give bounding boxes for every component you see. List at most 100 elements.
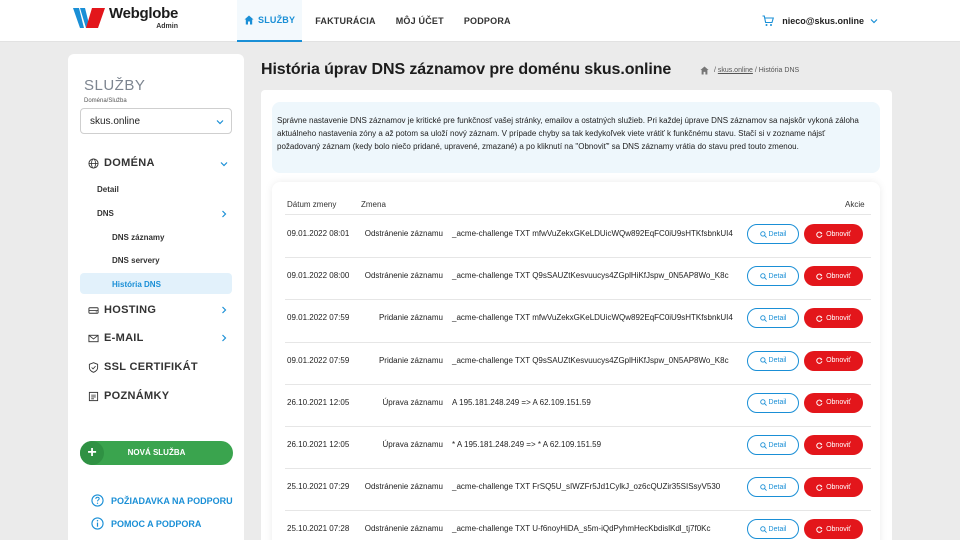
nav-podpora-label: PODPORA	[463, 16, 511, 26]
sidebar-item-email[interactable]: E-MAIL	[88, 332, 144, 344]
detail-button[interactable]: Detail	[747, 392, 799, 413]
breadcrumb-current: / História DNS	[754, 67, 800, 74]
row-record: A 195.181.248.249 => A 62.109.151.59	[452, 397, 591, 407]
new-service-button[interactable]: + NOVÁ SLUŽBA	[80, 441, 233, 465]
restore-label: Obnoviť	[826, 399, 851, 407]
table-row: 09.01.2022 07:59 Pridanie záznamu _acme-ch…	[272, 299, 880, 341]
sidebar-item-dns-servery[interactable]: DNS servery	[112, 256, 160, 265]
brand-sub: Admin	[156, 23, 178, 30]
row-change-type: Odstránenie záznamu	[364, 524, 443, 534]
detail-label: Detail	[768, 441, 787, 449]
sidebar-item-hosting[interactable]: HOSTING	[88, 304, 156, 316]
sidebar-item-poznamky[interactable]: POZNÁMKY	[88, 390, 169, 402]
detail-button[interactable]: Detail	[747, 435, 799, 455]
restore-button[interactable]: Obnoviť	[804, 350, 863, 371]
restore-button[interactable]: Obnoviť	[804, 224, 863, 244]
top-bar: Webglobe Admin SLUŽBY FAKTURÁCIA MÔJ ÚČE…	[0, 0, 960, 42]
row-record: _acme-challenge TXT mfwVuZekxGKeLDUicWQw…	[452, 313, 733, 323]
restore-label: Obnoviť	[826, 230, 851, 238]
restore-icon	[816, 442, 823, 449]
row-record: _acme-challenge TXT FrSQ5U_sIWZFr5Jd1Cyl…	[452, 482, 721, 492]
nav-moj-ucet[interactable]: MÔJ ÚČET	[389, 0, 451, 42]
table-row: 09.01.2022 07:59 Pridanie záznamu _acme-ch…	[272, 342, 880, 384]
mail-icon	[88, 334, 99, 342]
chevron-down-icon	[870, 19, 878, 24]
detail-label: Detail	[768, 230, 787, 238]
help-label: POMOC A PODPORA	[111, 518, 202, 529]
row-date: 09.01.2022 07:59	[287, 355, 350, 365]
restore-label: Obnoviť	[826, 314, 851, 322]
sidebar-title: SLUŽBY	[84, 77, 146, 94]
detail-button[interactable]: Detail	[747, 350, 799, 371]
restore-button[interactable]: Obnoviť	[804, 435, 863, 455]
restore-button[interactable]: Obnoviť	[804, 477, 863, 498]
sidebar-item-dns-zaznamy[interactable]: DNS záznamy	[112, 233, 164, 242]
restore-button[interactable]: Obnoviť	[804, 266, 863, 287]
nav-fakturacia[interactable]: FAKTURÁCIA	[308, 0, 383, 42]
row-record: _acme-challenge TXT U-f6noyHiDA_s5m-iQdP…	[452, 524, 711, 534]
sidebar-item-hosting-label: HOSTING	[104, 304, 157, 316]
sidebar-item-detail[interactable]: Detail	[97, 185, 119, 194]
detail-button[interactable]: Detail	[747, 308, 799, 329]
service-select-value: skus.online	[90, 116, 141, 127]
restore-icon	[816, 357, 823, 364]
chevron-right-icon[interactable]	[220, 306, 228, 314]
webglobe-logo-icon	[73, 8, 105, 28]
restore-button[interactable]: Obnoviť	[804, 519, 863, 540]
support-request-link[interactable]: POŽIADAVKA NA PODPORU	[91, 494, 233, 507]
row-change-type: Odstránenie záznamu	[364, 482, 443, 492]
chevron-right-icon[interactable]	[220, 334, 228, 342]
search-icon	[759, 272, 767, 280]
table-row: 26.10.2021 12:05 Úprava záznamu * A 195.18…	[272, 426, 880, 468]
question-icon	[91, 494, 104, 507]
detail-button[interactable]: Detail	[747, 266, 799, 287]
row-change-type: Úprava záznamu	[382, 397, 443, 407]
detail-button[interactable]: Detail	[747, 519, 799, 540]
breadcrumb-domain-link[interactable]: skus.online	[718, 67, 753, 74]
detail-label: Detail	[768, 357, 787, 365]
webglobe-logo[interactable]: Webglobe Admin	[72, 5, 178, 31]
chevron-right-icon[interactable]	[220, 210, 228, 218]
chevron-down-icon[interactable]	[220, 160, 228, 168]
table-row: 25.10.2021 07:28 Odstránenie záznamu _acme…	[272, 510, 880, 540]
content-card: Správne nastavenie DNS záznamov je kriti…	[261, 90, 892, 540]
user-menu[interactable]: nieco@skus.online	[762, 0, 878, 42]
service-select[interactable]: skus.online	[80, 108, 232, 134]
restore-label: Obnoviť	[826, 357, 851, 365]
search-icon	[759, 399, 767, 407]
row-date: 09.01.2022 08:00	[287, 271, 350, 281]
detail-button[interactable]: Detail	[747, 477, 799, 498]
row-change-type: Úprava záznamu	[382, 440, 443, 449]
row-date: 26.10.2021 12:05	[287, 440, 350, 449]
sidebar-item-dns[interactable]: DNS	[97, 209, 114, 218]
main-nav: SLUŽBY FAKTURÁCIA MÔJ ÚČET PODPORA	[237, 0, 524, 42]
nav-podpora[interactable]: PODPORA	[457, 0, 518, 42]
home-icon[interactable]	[700, 66, 709, 75]
row-date: 25.10.2021 07:29	[287, 482, 350, 492]
table-row: 25.10.2021 07:29 Odstránenie záznamu _acme…	[272, 468, 880, 510]
info-icon	[91, 517, 104, 530]
search-icon	[759, 230, 767, 238]
detail-label: Detail	[768, 399, 787, 407]
chevron-down-icon	[216, 120, 224, 125]
restore-button[interactable]: Obnoviť	[804, 392, 863, 413]
sidebar-item-ssl-label: SSL CERTIFIKÁT	[104, 361, 198, 373]
cart-icon[interactable]	[762, 15, 775, 27]
detail-button[interactable]: Detail	[747, 224, 799, 244]
restore-button[interactable]: Obnoviť	[804, 308, 863, 329]
nav-sluzby[interactable]: SLUŽBY	[237, 0, 303, 42]
row-date: 25.10.2021 07:28	[287, 524, 350, 534]
row-record: _acme-challenge TXT mfwVuZekxGKeLDUicWQw…	[452, 229, 733, 238]
sidebar-item-domena[interactable]: DOMÉNA	[88, 157, 155, 169]
row-change-type: Pridanie záznamu	[378, 355, 443, 365]
search-icon	[759, 483, 767, 491]
sidebar-item-ssl[interactable]: SSL CERTIFIKÁT	[88, 361, 198, 373]
header-actions: Akcie	[845, 200, 865, 209]
search-icon	[759, 441, 767, 449]
row-change-type: Odstránenie záznamu	[364, 229, 443, 238]
service-select-label: Doména/Služba	[84, 98, 127, 104]
restore-label: Obnoviť	[826, 272, 851, 280]
server-icon	[88, 306, 99, 314]
info-box: Správne nastavenie DNS záznamov je kriti…	[272, 102, 880, 173]
help-link[interactable]: POMOC A PODPORA	[91, 517, 201, 530]
